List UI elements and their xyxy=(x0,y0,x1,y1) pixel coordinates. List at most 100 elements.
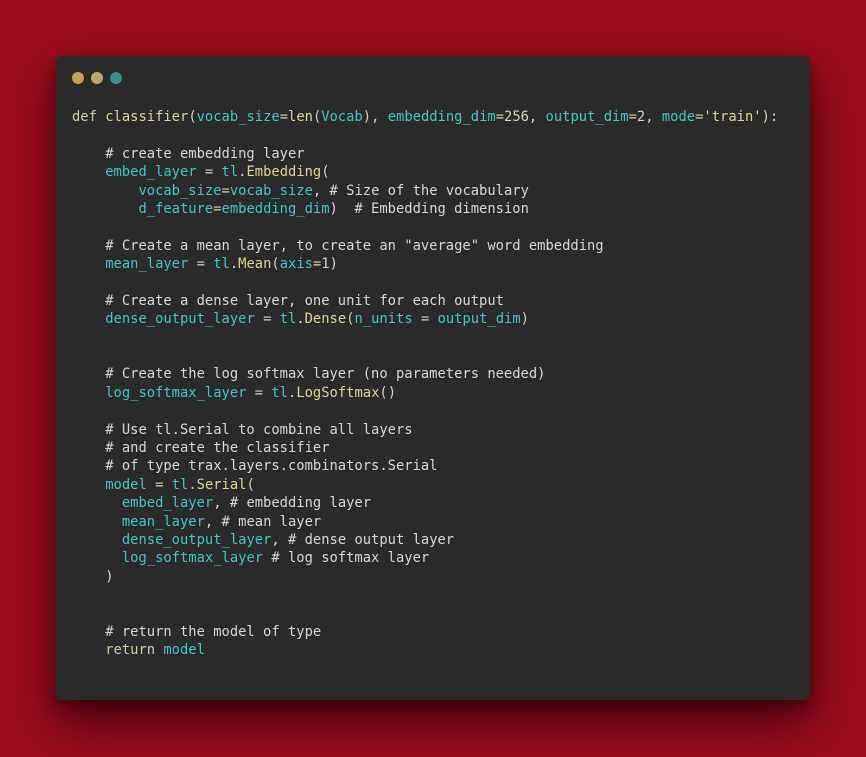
code-token: vocab_size xyxy=(196,109,280,125)
code-token: # create embedding layer xyxy=(72,145,305,162)
code-token: , # dense output layer xyxy=(271,531,455,548)
code-token: Mean xyxy=(238,256,272,273)
code-line: ​ xyxy=(72,402,778,420)
code-line: def classifier(vocab_size=len(Vocab), em… xyxy=(72,108,778,126)
code-token: # Create a dense layer, one unit for eac… xyxy=(72,292,504,309)
code-line: ​ xyxy=(72,605,778,623)
code-token: = xyxy=(196,164,222,181)
code-token: mean_layer xyxy=(121,513,205,530)
code-token: , # embedding layer xyxy=(213,495,372,512)
code-token: model xyxy=(163,642,205,659)
code-token: # Use tl.Serial to combine all layers xyxy=(72,421,413,438)
code-token: . xyxy=(229,256,239,273)
code-line: d_feature=embedding_dim) # Embedding dim… xyxy=(72,200,778,218)
code-token: dense_output_layer xyxy=(121,531,272,548)
code-token: embed_layer xyxy=(105,164,197,181)
code-line: embed_layer, # embedding layer xyxy=(72,494,778,512)
code-line: # return the model of type xyxy=(72,623,778,641)
code-token: mean_layer xyxy=(105,256,189,273)
code-token: log_softmax_layer xyxy=(105,384,247,401)
code-token: LogSoftmax xyxy=(296,384,380,401)
code-token: return xyxy=(72,642,164,659)
code-window: def classifier(vocab_size=len(Vocab), em… xyxy=(56,56,810,700)
code-line: mean_layer = tl.Mean(axis=1) xyxy=(72,255,778,273)
code-block: def classifier(vocab_size=len(Vocab), em… xyxy=(72,108,778,660)
code-token: ( xyxy=(246,476,255,493)
code-line: ​ xyxy=(72,126,778,144)
code-token: =2, xyxy=(628,109,662,125)
code-token: , # Size of the vocabulary xyxy=(312,182,529,199)
code-token: () xyxy=(379,384,397,401)
code-token: ) # Embedding dimension xyxy=(329,200,529,217)
code-token: . xyxy=(188,476,197,493)
code-token: vocab_size xyxy=(138,182,222,199)
code-line: ​ xyxy=(72,274,778,292)
window-controls xyxy=(72,72,122,84)
code-token: len xyxy=(288,109,313,125)
code-token: ( xyxy=(271,256,280,273)
code-token: classifier xyxy=(105,109,189,125)
code-token: d_feature xyxy=(138,200,214,217)
code-token: . xyxy=(296,311,305,328)
code-line: # Use tl.Serial to combine all layers xyxy=(72,421,778,439)
code-line: ​ xyxy=(72,329,778,347)
code-line: vocab_size=vocab_size, # Size of the voc… xyxy=(72,182,778,200)
window-dot-3-icon[interactable] xyxy=(110,72,122,84)
code-token: = xyxy=(279,109,289,125)
code-token: = xyxy=(246,384,272,401)
code-token: Embedding xyxy=(246,164,322,181)
code-line: dense_output_layer, # dense output layer xyxy=(72,531,778,549)
code-token: embedding_dim xyxy=(221,200,330,217)
code-token: tl xyxy=(271,384,288,401)
code-token: embedding_dim xyxy=(387,109,496,125)
code-token: output_dim xyxy=(545,109,629,125)
code-token: def xyxy=(72,109,106,125)
code-token: mode xyxy=(661,109,696,125)
code-token: ), xyxy=(362,109,388,125)
code-token: tl xyxy=(279,311,297,328)
code-token: Dense xyxy=(304,311,347,328)
code-line: # create embedding layer xyxy=(72,145,778,163)
code-line: # and create the classifier xyxy=(72,439,778,457)
window-dot-1-icon[interactable] xyxy=(72,72,84,84)
code-token: ) xyxy=(520,311,529,328)
code-token: = xyxy=(221,182,230,199)
code-token: # of type trax.layers.combinators.Serial xyxy=(72,458,438,475)
code-line: dense_output_layer = tl.Dense(n_units = … xyxy=(72,310,778,328)
code-token: # Create a mean layer, to create an "ave… xyxy=(72,237,604,254)
code-line: mean_layer, # mean layer xyxy=(72,513,778,531)
code-line: model = tl.Serial( xyxy=(72,476,778,494)
code-token: tl xyxy=(221,164,239,181)
code-line: ​ xyxy=(72,347,778,365)
code-token: =1) xyxy=(312,256,338,273)
code-token: ( xyxy=(188,109,197,125)
code-token: ) xyxy=(72,568,114,585)
code-token: ( xyxy=(312,109,322,125)
code-line: # Create the log softmax layer (no param… xyxy=(72,365,778,383)
code-token: # and create the classifier xyxy=(72,440,330,457)
code-token: n_units xyxy=(354,311,413,328)
code-token: ): xyxy=(761,109,779,125)
code-line: log_softmax_layer = tl.LogSoftmax() xyxy=(72,384,778,402)
code-line: # of type trax.layers.combinators.Serial xyxy=(72,457,778,475)
code-token: log_softmax_layer xyxy=(121,550,264,567)
code-token: , # mean layer xyxy=(204,513,322,530)
code-line: ) xyxy=(72,568,778,586)
code-token: # Create the log softmax layer (no param… xyxy=(72,366,546,383)
code-token: ( xyxy=(321,164,330,181)
code-line: log_softmax_layer # log softmax layer xyxy=(72,549,778,567)
window-dot-2-icon[interactable] xyxy=(91,72,103,84)
code-token: Serial xyxy=(196,476,247,493)
code-line: # Create a mean layer, to create an "ave… xyxy=(72,237,778,255)
code-token: 'train' xyxy=(703,109,762,125)
code-token: # return the model of type xyxy=(72,623,322,640)
